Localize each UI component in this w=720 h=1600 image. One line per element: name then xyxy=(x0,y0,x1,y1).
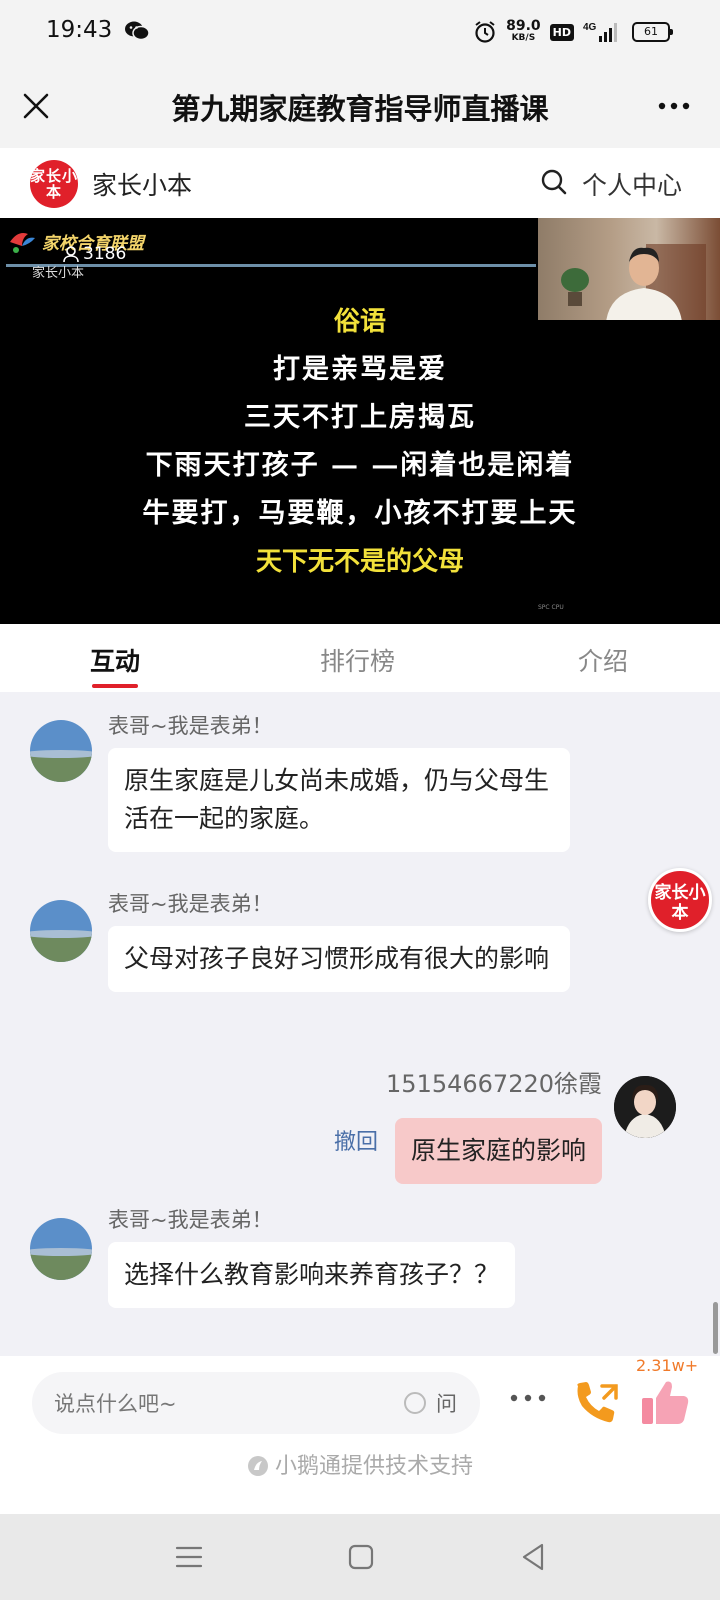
message-bubble[interactable]: 父母对孩子良好习惯形成有很大的影响 xyxy=(108,926,570,992)
message-sender: 表哥~我是表弟！ xyxy=(108,892,273,916)
self-message-bubble[interactable]: 原生家庭的影响 xyxy=(394,1118,602,1184)
floating-channel-logo[interactable]: 家长小本 xyxy=(648,868,712,932)
page-title: 第九期家庭教育指导师直播课 xyxy=(171,92,549,126)
ask-label[interactable]: 问 xyxy=(436,1388,457,1418)
poem-line: 俗语 xyxy=(333,307,386,337)
signal-icon: 4G xyxy=(583,22,617,42)
scrollbar[interactable] xyxy=(713,1302,718,1354)
svg-text:4G: 4G xyxy=(583,22,597,33)
recall-button[interactable]: 撤回 xyxy=(334,1124,378,1156)
message-sender: 表哥~我是表弟！ xyxy=(108,1208,273,1232)
speed-unit: KB/S xyxy=(511,33,536,43)
message-bubble[interactable]: 原生家庭是儿女尚未成婚，仍与父母生活在一起的家庭。 xyxy=(108,748,570,852)
avatar-image xyxy=(30,720,92,782)
poem-line: 天下无不是的父母 xyxy=(255,547,464,577)
self-avatar-image xyxy=(614,1076,676,1138)
message-bubble[interactable]: 选择什么教育影响来养育孩子？？ xyxy=(108,1242,516,1308)
avatar[interactable] xyxy=(30,720,92,782)
message-sender: 表哥~我是表弟！ xyxy=(108,714,273,738)
poem-line: 三天不打上房揭瓦 xyxy=(244,402,476,433)
status-bar: 19:43 89.0 KB/S HD 4G 61 xyxy=(0,0,720,64)
video-corner-text: SPC CPU xyxy=(538,604,564,611)
title-bar: 第九期家庭教育指导师直播课 xyxy=(0,64,720,148)
tab-active-indicator xyxy=(92,684,138,688)
menu-icon[interactable] xyxy=(174,1544,204,1570)
viewer-count: 3186 xyxy=(62,244,126,264)
more-icon[interactable] xyxy=(508,1392,548,1404)
channel-logo[interactable]: 家长小本 xyxy=(30,160,78,208)
alarm-icon xyxy=(475,21,495,43)
poem-line: 下雨天打孩子 — —闲着也是闲着 xyxy=(145,450,575,481)
poem-line: 牛要打，马要鞭，小孩不打要上天 xyxy=(142,498,578,529)
video-small-brand: 家长小本 xyxy=(32,266,85,281)
close-icon[interactable] xyxy=(20,90,52,122)
video-player[interactable]: 家校合育联盟 3186 家长小本 俗语 打是亲骂是爱 三天不打上房揭瓦 下雨天打… xyxy=(0,218,720,624)
tab-ranking[interactable]: 排行榜 xyxy=(320,642,395,678)
network-speed: 89.0 KB/S xyxy=(506,18,541,44)
battery-icon: 61 xyxy=(632,22,673,42)
wechat-icon xyxy=(125,21,150,41)
avatar[interactable] xyxy=(30,1218,92,1280)
chat-list[interactable]: 表哥~我是表弟！ 原生家庭是儿女尚未成婚，仍与父母生活在一起的家庭。 表哥~我是… xyxy=(0,692,720,1356)
powered-icon xyxy=(247,1456,268,1476)
comment-input[interactable]: 说点什么吧~ 问 xyxy=(32,1372,480,1434)
viewer-icon xyxy=(63,246,79,263)
like-icon[interactable] xyxy=(640,1378,690,1428)
channel-name[interactable]: 家长小本 xyxy=(92,166,192,202)
status-time: 19:43 xyxy=(46,17,113,43)
slide-text: 俗语 打是亲骂是爱 三天不打上房揭瓦 下雨天打孩子 — —闲着也是闲着 牛要打，… xyxy=(0,298,720,586)
tab-intro[interactable]: 介绍 xyxy=(578,642,628,678)
speed-value: 89.0 xyxy=(506,18,541,34)
video-divider xyxy=(6,264,536,267)
brand-logo-icon xyxy=(10,233,35,253)
back-icon[interactable] xyxy=(520,1542,546,1572)
avatar[interactable] xyxy=(30,900,92,962)
user-center-link[interactable]: 个人中心 xyxy=(582,166,682,202)
tab-bar: 互动 排行榜 介绍 xyxy=(0,624,720,692)
system-nav-bar xyxy=(0,1514,720,1600)
poem-line: 打是亲骂是爱 xyxy=(273,354,447,385)
input-bar: 说点什么吧~ 问 2.31w+ 小鹅通提供技术支持 xyxy=(0,1356,720,1514)
search-icon[interactable] xyxy=(540,168,568,196)
hd-badge: HD xyxy=(549,23,574,41)
like-count: 2.31w+ xyxy=(636,1356,699,1375)
powered-by: 小鹅通提供技术支持 xyxy=(0,1448,720,1480)
tab-interact[interactable]: 互动 xyxy=(90,642,140,678)
channel-header: 家长小本 家长小本 个人中心 xyxy=(0,148,720,218)
powered-by-text: 小鹅通提供技术支持 xyxy=(274,1454,473,1479)
self-message-sender: 15154667220徐霞 xyxy=(386,1070,602,1098)
viewer-count-value: 3186 xyxy=(83,244,127,264)
self-avatar[interactable] xyxy=(614,1076,676,1138)
phone-icon[interactable] xyxy=(572,1380,622,1426)
more-icon[interactable] xyxy=(654,92,694,120)
comment-placeholder: 说点什么吧~ xyxy=(54,1392,177,1416)
home-icon[interactable] xyxy=(348,1544,374,1570)
avatar-image xyxy=(30,1218,92,1280)
avatar-image xyxy=(30,900,92,962)
ask-toggle[interactable] xyxy=(404,1392,426,1414)
